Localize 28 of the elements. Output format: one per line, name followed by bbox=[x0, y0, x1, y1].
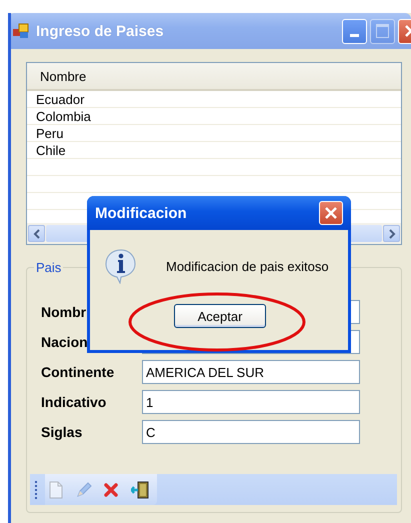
field-label: Indicativo bbox=[41, 394, 108, 410]
text-field[interactable]: C bbox=[142, 420, 360, 444]
dialog-message: Modificacion de pais exitoso bbox=[166, 258, 329, 274]
close-button[interactable] bbox=[319, 201, 343, 225]
close-icon bbox=[323, 205, 339, 221]
scroll-left-button[interactable] bbox=[28, 225, 45, 242]
minimize-button[interactable] bbox=[342, 18, 367, 44]
field-label: Nacion bbox=[41, 334, 89, 350]
door-exit-icon[interactable] bbox=[129, 478, 151, 500]
column-header[interactable]: Nombre bbox=[27, 68, 86, 84]
group-title: Pais bbox=[35, 260, 62, 275]
scroll-right-button[interactable] bbox=[383, 225, 400, 242]
field-label: Nombr bbox=[41, 304, 88, 320]
window-title: Ingreso de Paises bbox=[36, 22, 165, 40]
field-label: Siglas bbox=[41, 424, 84, 440]
list-item[interactable]: Colombia bbox=[27, 108, 91, 124]
field-label: Continente bbox=[41, 364, 116, 380]
dialog-title: Modificacion bbox=[95, 204, 188, 222]
list-item[interactable]: Peru bbox=[27, 126, 64, 140]
list-item[interactable]: Chile bbox=[27, 142, 66, 158]
app-icon bbox=[12, 23, 30, 39]
accept-button[interactable]: Aceptar bbox=[174, 304, 266, 328]
text-field[interactable]: AMERICA DEL SUR bbox=[142, 360, 360, 384]
chevron-right-icon bbox=[388, 228, 396, 238]
chevron-left-icon bbox=[32, 228, 40, 238]
text-field[interactable]: 1 bbox=[142, 390, 360, 414]
info-icon bbox=[104, 248, 138, 284]
list-item[interactable]: Ecuador bbox=[27, 92, 84, 106]
